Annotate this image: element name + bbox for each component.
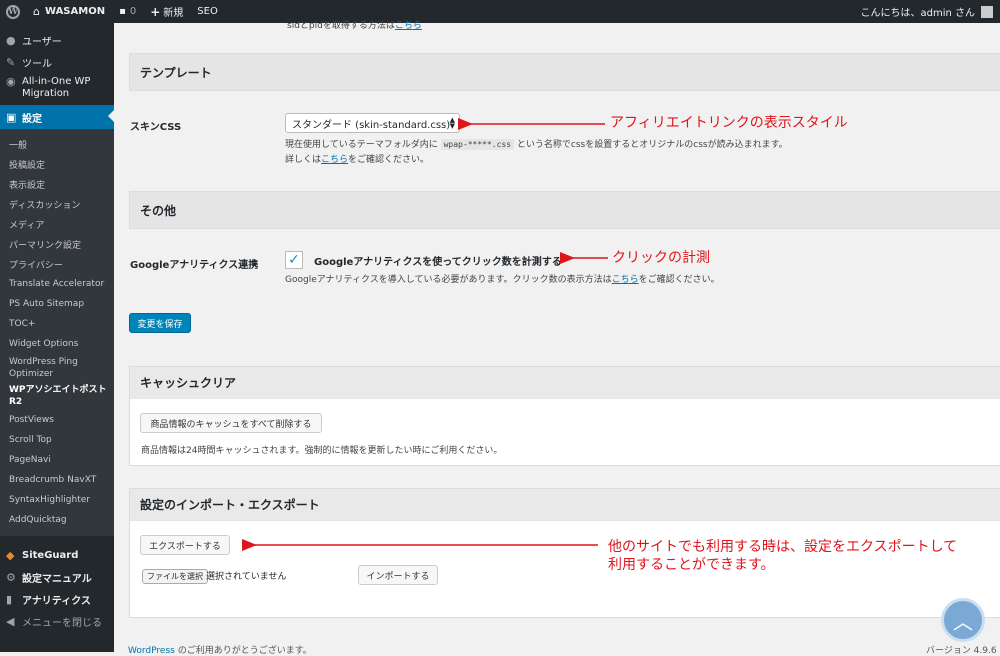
skin-annotation: アフィリエイトリンクの表示スタイル (610, 115, 848, 131)
click-annotation: クリックの計測 (612, 250, 710, 266)
export-annotation: 他のサイトでも利用する時は、設定をエクスポートして 利用することができます。 (608, 539, 958, 573)
